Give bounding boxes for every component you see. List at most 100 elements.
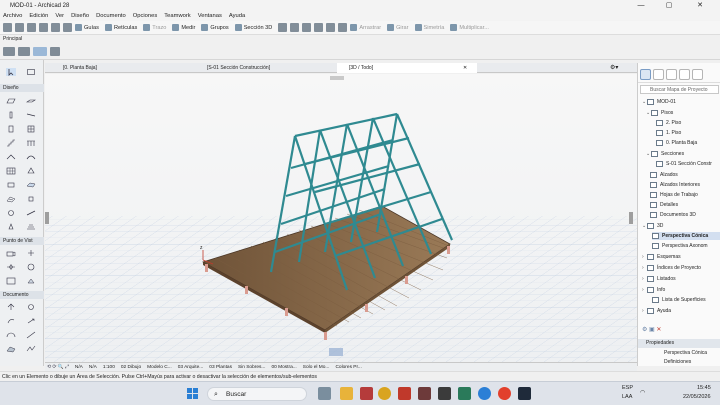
right-scroll-handle[interactable]	[629, 212, 633, 224]
status-layer-combo[interactable]: 02 Dibujo	[121, 365, 141, 370]
level-tool-icon[interactable]	[26, 303, 36, 311]
trazo-button[interactable]: Trazo	[143, 24, 166, 31]
layout-book-icon[interactable]	[666, 69, 677, 80]
girar-button[interactable]: Girar	[387, 24, 409, 31]
view-icon[interactable]	[33, 47, 47, 56]
detail-tool-icon[interactable]	[6, 277, 16, 285]
project-map-icon[interactable]	[640, 69, 651, 80]
layer-icon[interactable]	[3, 47, 15, 56]
status-scale[interactable]: 1:100	[103, 365, 115, 370]
morph-tool-icon[interactable]	[26, 167, 36, 175]
zone-tool-icon[interactable]	[26, 181, 36, 189]
tree-item-ayuda[interactable]: › Ayuda	[642, 307, 671, 315]
multiplicar-button[interactable]: Multiplicar...	[450, 24, 489, 31]
app-red2-icon[interactable]	[398, 387, 411, 400]
nav-icons[interactable]: ⟲ ⟳ 🔍 ⤢	[47, 364, 69, 370]
status-n-a-2[interactable]: N/A	[89, 365, 97, 370]
tree-item-2-piso[interactable]: 2. Piso	[656, 119, 681, 127]
label-tool-icon[interactable]	[26, 317, 36, 325]
tree-item-esquemas[interactable]: › Esquemas	[642, 253, 681, 261]
railing-tool-icon[interactable]	[26, 139, 36, 147]
menu-ventanas[interactable]: Ventanas	[198, 13, 222, 19]
shell-tool-icon[interactable]	[26, 153, 36, 161]
tree-item-1-piso[interactable]: 1. Piso	[656, 129, 681, 137]
status-structure[interactable]: Solo el Mo...	[303, 365, 330, 370]
project-map-search[interactable]: Buscar Mapa de Proyecto	[640, 85, 719, 94]
close-button[interactable]: ✕	[687, 0, 713, 11]
left-scroll-handle[interactable]	[45, 212, 49, 224]
organizer-icon[interactable]	[692, 69, 703, 80]
tree-item-hojas-trabajo[interactable]: Hojas de Trabajo	[650, 191, 698, 199]
tree-item-listados[interactable]: › Listados	[642, 275, 676, 283]
menu-opciones[interactable]: Opciones	[133, 13, 158, 19]
stair2-tool-icon[interactable]	[26, 223, 36, 231]
delete-icon[interactable]: ✕	[656, 327, 661, 333]
settings-icon[interactable]: ⚙	[642, 327, 649, 333]
tab-planta-baja[interactable]: [0. Planta Baja]	[51, 63, 191, 73]
object-tool-icon[interactable]	[6, 181, 16, 189]
camera-tool-icon[interactable]	[6, 249, 16, 257]
status-overrides[interactable]: Sin Sobres...	[238, 365, 265, 370]
stretch-icon[interactable]	[302, 23, 312, 32]
tree-item-indices[interactable]: › Índices de Proyecto	[642, 264, 701, 272]
palette-documento[interactable]: Documento	[0, 291, 44, 299]
marquee-tool-icon[interactable]	[26, 68, 36, 76]
tree-item-info[interactable]: › Info	[642, 286, 665, 294]
app-dark-icon[interactable]	[418, 387, 431, 400]
mesh-tool-icon[interactable]	[6, 195, 16, 203]
menu-archivo[interactable]: Archivo	[3, 13, 22, 19]
polyline-tool-icon[interactable]	[26, 345, 36, 353]
pencil-icon[interactable]	[63, 23, 72, 32]
tree-item-superficies[interactable]: Lista de Superficies	[652, 296, 706, 304]
status-n-a-1[interactable]: N/A	[75, 365, 83, 370]
grupos-button[interactable]: Grupos	[201, 24, 229, 31]
status-colors[interactable]: Colores Pr...	[335, 365, 361, 370]
pointer-icon[interactable]	[39, 23, 48, 32]
wifi-icon[interactable]: ◠	[640, 389, 645, 396]
tree-item-s01[interactable]: S-01 Sección Constr	[656, 160, 712, 168]
tab-3d-todo[interactable]: [3D / Todo]	[337, 63, 477, 73]
line-tool-icon[interactable]	[26, 331, 36, 339]
app-yellow-icon[interactable]	[378, 387, 391, 400]
stair-tool-icon[interactable]	[6, 139, 16, 147]
beam2-tool-icon[interactable]	[26, 209, 36, 217]
menu-diseno[interactable]: Diseño	[71, 13, 89, 19]
tree-item-3d[interactable]: ⌄ 3D	[642, 222, 663, 230]
status-model-view[interactable]: Modelo C...	[147, 365, 172, 370]
start-icon[interactable]	[186, 387, 199, 400]
door-tool-icon[interactable]	[6, 125, 16, 133]
propiedades-header[interactable]: Propiedades	[638, 339, 720, 348]
menu-documento[interactable]: Documento	[96, 13, 126, 19]
status-pen-set[interactable]: 03 Arquite...	[178, 365, 204, 370]
pen-icon[interactable]	[51, 23, 60, 32]
chrome-icon[interactable]	[498, 387, 511, 400]
tree-item-alzados[interactable]: Alzados	[650, 171, 678, 179]
trim-icon[interactable]	[326, 23, 336, 32]
file-explorer-icon[interactable]	[340, 387, 353, 400]
guias-button[interactable]: Guías	[75, 24, 99, 31]
maximize-button[interactable]: ▢	[656, 0, 682, 11]
arrow-tool-icon[interactable]	[6, 68, 16, 76]
arrow-select-icon[interactable]	[50, 47, 60, 56]
palette-punto-de-vista[interactable]: Punto de Vist	[0, 237, 44, 245]
menu-edicion[interactable]: Edición	[29, 13, 48, 19]
beam-tool-icon[interactable]	[26, 111, 36, 119]
status-plantas[interactable]: 03 Plantas	[209, 365, 232, 370]
home-icon[interactable]	[3, 23, 12, 32]
arrastrar-button[interactable]: Arrastrar	[350, 24, 381, 31]
simetria-button[interactable]: Simetría	[414, 24, 444, 31]
undo-icon[interactable]	[15, 23, 24, 32]
medir-button[interactable]: Medir	[172, 24, 195, 31]
taskview-icon[interactable]	[318, 387, 331, 400]
arc-tool-icon[interactable]	[6, 331, 16, 339]
tree-item-documentos-3d[interactable]: Documentos 3D	[650, 211, 696, 219]
status-renovation[interactable]: 00 Mostra...	[271, 365, 296, 370]
opening-tool-icon[interactable]	[6, 209, 16, 217]
language-label[interactable]: ESP	[622, 385, 633, 391]
menu-ayuda[interactable]: Ayuda	[229, 13, 245, 19]
tree-item-0-planta-baja[interactable]: 0. Planta Baja	[656, 139, 697, 147]
tree-item-detalles[interactable]: Detalles	[650, 201, 678, 209]
skylight-tool-icon[interactable]	[26, 195, 36, 203]
move-icon[interactable]	[278, 23, 288, 32]
clock-date[interactable]: 22/05/2026	[683, 394, 711, 400]
